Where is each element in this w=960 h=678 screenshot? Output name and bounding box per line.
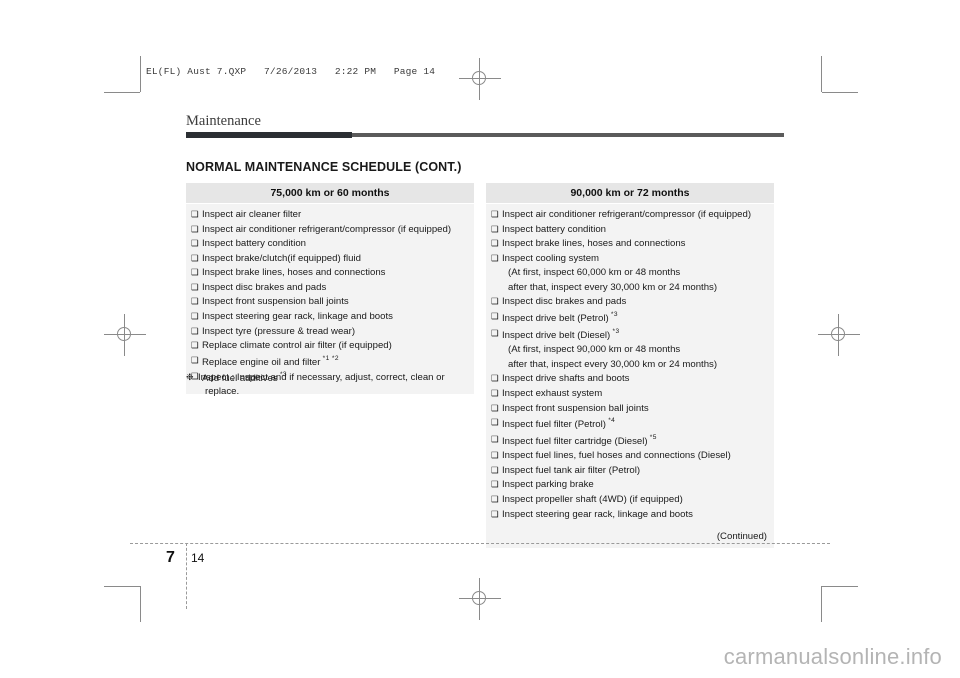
checklist-item: Inspect disc brakes and pads [191,281,469,296]
checklist-item-label: Inspect brake lines, hoses and connectio… [502,238,686,250]
checklist-item: Inspect battery condition [491,223,769,238]
checklist-item-label: Inspect parking brake [502,479,594,491]
checklist-item: Inspect steering gear rack, linkage and … [491,508,769,523]
checklist-item: Replace engine oil and filter *1 *2 [191,354,469,371]
table-body-75000km: Inspect air cleaner filter Inspect air co… [186,204,474,394]
checklist-item-label: (At first, inspect 60,000 km or 48 month… [508,267,681,279]
checklist-item: Inspect fuel tank air filter (Petrol) [491,464,769,479]
checklist-item: Inspect brake lines, hoses and connectio… [191,266,469,281]
checklist-item-label: Inspect drive belt (Diesel) [502,329,611,341]
chapter-rule [186,131,784,138]
footnote-line-1: Inspect : Inspect and if necessary, adju… [198,372,445,383]
checklist-item-label: Inspect battery condition [502,223,606,235]
chapter-header: Maintenance [186,113,784,138]
checklist-item-label: Inspect tyre (pressure & tread wear) [202,325,356,337]
checklist-subnote: (At first, inspect 60,000 km or 48 month… [491,266,769,281]
site-watermark: carmanualsonline.info [723,644,942,669]
checklist-item: Inspect brake/clutch(if equipped) fluid [191,252,469,267]
checklist-item: Inspect disc brakes and pads [491,295,769,310]
checklist-item-label: Inspect propeller shaft (4WD) (if equipp… [502,493,683,505]
maintenance-table-90000km: 90,000 km or 72 months Inspect air condi… [486,183,774,549]
checklist-item-label: Inspect steering gear rack, linkage and … [202,311,393,323]
checklist-item-label: Inspect air conditioner refrigerant/comp… [202,223,452,235]
checklist-item-label: Inspect front suspension ball joints [502,402,649,414]
checklist-75000km: Inspect air cleaner filter Inspect air co… [191,208,469,387]
footer-dashed-rule [130,543,830,544]
checklist-subnote: (At first, inspect 90,000 km or 48 month… [491,343,769,358]
checklist-item-label: Inspect fuel filter (Petrol) [502,419,606,431]
checklist-item: Inspect front suspension ball joints [491,402,769,417]
checklist-item: Inspect exhaust system [491,387,769,402]
checklist-item: Inspect propeller shaft (4WD) (if equipp… [491,493,769,508]
checklist-item-label: Inspect disc brakes and pads [202,281,327,293]
chapter-title: Maintenance [186,113,261,129]
checklist-item: Inspect steering gear rack, linkage and … [191,310,469,325]
table-header-90000km: 90,000 km or 72 months [486,183,774,204]
checklist-item-label: Inspect drive belt (Petrol) [502,313,609,325]
footnote-text: Inspect : Inspect and if necessary, adju… [186,371,476,400]
checklist-item-label: Inspect brake/clutch(if equipped) fluid [202,252,361,264]
footnote-line-2: replace. [205,386,240,398]
checklist-item: Inspect brake lines, hoses and connectio… [491,237,769,252]
footnote-reference: *3 [608,311,618,319]
checklist-item-label: Inspect fuel filter cartridge (Diesel) [502,435,648,447]
checklist-item-label: Inspect air cleaner filter [202,209,302,220]
checklist-subnote: after that, inspect every 30,000 km or 2… [491,358,769,373]
checklist-item-label: Inspect drive shafts and boots [502,373,630,385]
table-body-90000km: Inspect air conditioner refrigerant/comp… [486,204,774,549]
checklist-item: Inspect air cleaner filter [191,208,469,223]
checklist-item-label: after that, inspect every 30,000 km or 2… [508,358,718,370]
checklist-item-label: Inspect disc brakes and pads [502,296,627,308]
checklist-item-label: Replace climate control air filter (if e… [202,340,392,352]
checklist-item: Replace climate control air filter (if e… [191,339,469,354]
checklist-item: Inspect tyre (pressure & tread wear) [191,325,469,340]
checklist-item: Inspect front suspension ball joints [191,295,469,310]
checklist-item-label: Inspect front suspension ball joints [202,296,349,308]
checklist-subnote: after that, inspect every 30,000 km or 2… [491,281,769,296]
footnote-reference: *1 *2 [320,354,339,362]
checklist-item-label: (At first, inspect 90,000 km or 48 month… [508,344,681,356]
checklist-item-label: Replace engine oil and filter [202,356,321,368]
checklist-item: Inspect fuel filter (Petrol) *4 [491,416,769,433]
checklist-item: Inspect air conditioner refrigerant/comp… [191,223,469,238]
checklist-item: Inspect drive belt (Diesel) *3 [491,327,769,344]
folio-chapter-number: 7 [166,549,175,566]
checklist-item: Inspect drive belt (Petrol) *3 [491,310,769,327]
checklist-item-label: Inspect air conditioner refrigerant/comp… [502,209,752,220]
chapter-rule-tab [186,131,352,138]
checklist-item-label: Inspect brake lines, hoses and connectio… [202,267,386,279]
maintenance-table-75000km: 75,000 km or 60 months Inspect air clean… [186,183,474,394]
checklist-item-label: Inspect fuel lines, fuel hoses and conne… [502,450,731,462]
continued-label: (Continued) [716,531,767,543]
checklist-item-label: Inspect steering gear rack, linkage and … [502,508,693,520]
table-header-75000km: 75,000 km or 60 months [186,183,474,204]
footnote-marker: ❉ [186,372,194,382]
folio-page-number: 14 [191,551,205,565]
checklist-90000km: Inspect air conditioner refrigerant/comp… [491,208,769,522]
checklist-item: Inspect parking brake [491,478,769,493]
footnote-reference: *4 [605,417,616,425]
checklist-item: Inspect fuel lines, fuel hoses and conne… [491,449,769,464]
manual-page: Maintenance NORMAL MAINTENANCE SCHEDULE … [0,0,960,678]
footer-dashed-vertical-rule [186,543,187,609]
checklist-item: Inspect fuel filter cartridge (Diesel) *… [491,433,769,450]
checklist-item-label: Inspect battery condition [202,238,306,250]
checklist-item-label: Inspect fuel tank air filter (Petrol) [502,464,641,476]
checklist-item: Inspect cooling system [491,252,769,267]
checklist-item-label: Inspect exhaust system [502,387,603,399]
footnote-reference: *5 [647,433,657,441]
checklist-item-label: after that, inspect every 30,000 km or 2… [508,281,718,293]
checklist-item: Inspect air conditioner refrigerant/comp… [491,208,769,223]
section-title: NORMAL MAINTENANCE SCHEDULE (CONT.) [186,160,462,174]
checklist-item: Inspect drive shafts and boots [491,372,769,387]
checklist-item: Inspect battery condition [191,237,469,252]
checklist-item-label: Inspect cooling system [502,252,600,264]
inspect-definition-footnote: ❉ Inspect : Inspect and if necessary, ad… [186,371,476,400]
footnote-reference: *3 [610,327,620,335]
